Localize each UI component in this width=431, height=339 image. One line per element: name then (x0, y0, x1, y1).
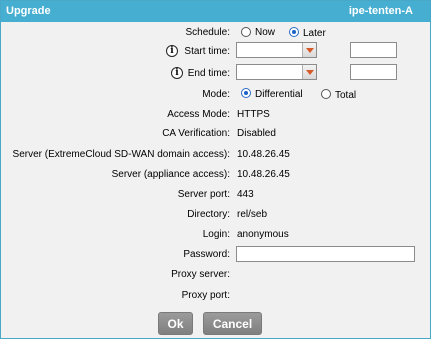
server-port-label: Server port: (177, 189, 230, 200)
end-time-info-icon[interactable]: i (171, 67, 183, 79)
start-time-input[interactable] (350, 42, 397, 58)
schedule-now-radio[interactable] (241, 27, 251, 37)
directory-label: Directory: (187, 209, 230, 220)
start-time-label: Start time: (184, 46, 230, 57)
schedule-later-label[interactable]: Later (303, 28, 326, 39)
mode-label: Mode: (202, 89, 230, 100)
proxy-server-label: Proxy server: (171, 269, 230, 280)
server-appliance-label: Server (appliance access): (111, 169, 230, 180)
end-time-input[interactable] (350, 64, 397, 80)
dialog-title: Upgrade (6, 5, 51, 17)
schedule-label: Schedule: (185, 27, 230, 38)
upgrade-dialog: Upgrade ipe-tenten-A Schedule: Now Later… (0, 0, 431, 339)
server-domain-value: 10.48.26.45 (237, 149, 290, 160)
server-appliance-value: 10.48.26.45 (237, 169, 290, 180)
mode-total-radio[interactable] (321, 89, 331, 99)
chevron-down-icon[interactable] (302, 65, 316, 79)
directory-value: rel/seb (237, 209, 268, 220)
end-date-combo[interactable] (236, 64, 317, 80)
mode-differential-label[interactable]: Differential (255, 89, 303, 100)
access-mode-value: HTTPS (237, 109, 270, 120)
access-mode-label: Access Mode: (167, 109, 230, 120)
ca-verification-value: Disabled (237, 128, 276, 139)
schedule-later-radio[interactable] (289, 27, 299, 37)
server-port-value: 443 (237, 189, 254, 200)
password-input[interactable] (236, 246, 415, 262)
end-time-label: End time: (187, 68, 230, 79)
start-time-info-icon[interactable]: i (166, 45, 178, 57)
ca-verification-label: CA Verification: (162, 128, 230, 139)
start-date-combo[interactable] (236, 42, 317, 58)
device-name: ipe-tenten-A (348, 5, 413, 17)
login-value: anonymous (237, 229, 289, 240)
mode-differential-radio[interactable] (241, 88, 251, 98)
schedule-now-label[interactable]: Now (255, 27, 275, 38)
login-label: Login: (202, 229, 230, 240)
proxy-port-label: Proxy port: (181, 290, 230, 301)
chevron-down-icon[interactable] (302, 43, 316, 57)
dialog-titlebar: Upgrade ipe-tenten-A (1, 1, 430, 22)
ok-button[interactable]: Ok (158, 312, 193, 335)
server-domain-label: Server (ExtremeCloud SD-WAN domain acces… (12, 149, 230, 160)
password-label: Password: (183, 249, 230, 260)
mode-total-label[interactable]: Total (335, 90, 356, 101)
cancel-button[interactable]: Cancel (203, 312, 262, 335)
